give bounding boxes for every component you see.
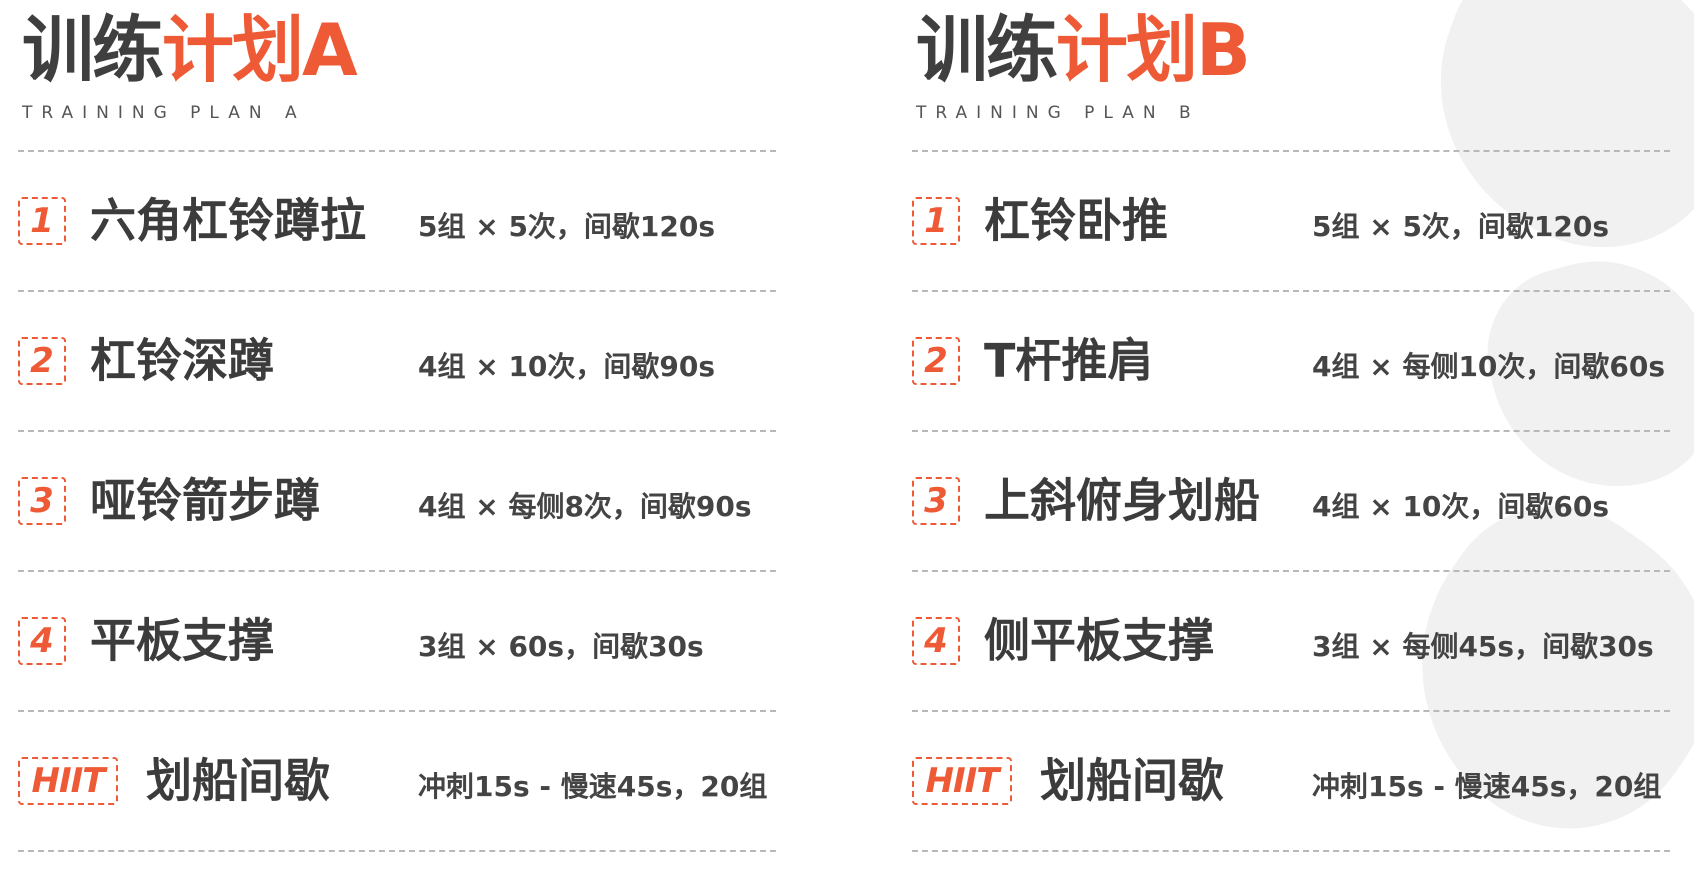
exercise-detail: 冲刺15s - 慢速45s，20组 xyxy=(1312,770,1662,803)
plan-title: 训练计划B xyxy=(916,14,1251,86)
exercise-detail: 4组 × 10次，间歇90s xyxy=(418,350,716,383)
exercise-number-badge: 1 xyxy=(912,197,960,245)
exercise-row: HIIT 划船间歇 冲刺15s - 慢速45s，20组 xyxy=(912,712,1672,850)
title-accent: 计划B xyxy=(1056,8,1251,92)
exercise-detail: 冲刺15s - 慢速45s，20组 xyxy=(418,770,768,803)
exercise-detail: 3组 × 每侧45s，间歇30s xyxy=(1312,630,1654,663)
exercise-row: 2 T杆推肩 4组 × 每侧10次，间歇60s xyxy=(912,292,1672,430)
exercise-detail: 5组 × 5次，间歇120s xyxy=(1312,210,1610,243)
exercise-row: 1 六角杠铃蹲拉 5组 × 5次，间歇120s xyxy=(18,152,778,290)
training-plan-b: 训练计划B TRAINING PLAN B 1 杠铃卧推 5组 × 5次，间歇1… xyxy=(912,0,1672,852)
exercise-row: 3 上斜俯身划船 4组 × 10次，间歇60s xyxy=(912,432,1672,570)
exercise-name: T杆推肩 xyxy=(984,333,1154,388)
exercise-number-badge: 2 xyxy=(912,337,960,385)
exercise-row: 3 哑铃箭步蹲 4组 × 每侧8次，间歇90s xyxy=(18,432,778,570)
exercise-number-badge: 3 xyxy=(912,477,960,525)
exercise-detail: 4组 × 每侧10次，间歇60s xyxy=(1312,350,1666,383)
exercise-name: 杠铃卧推 xyxy=(984,193,1168,248)
exercise-name: 哑铃箭步蹲 xyxy=(90,473,320,528)
title-main: 训练 xyxy=(22,8,164,92)
plan-title: 训练计划A xyxy=(22,14,358,86)
title-accent: 计划A xyxy=(162,8,358,92)
divider xyxy=(18,850,776,852)
divider xyxy=(912,850,1670,852)
exercise-name: 划船间歇 xyxy=(146,753,330,808)
exercise-name: 划船间歇 xyxy=(1040,753,1224,808)
exercise-detail: 4组 × 10次，间歇60s xyxy=(1312,490,1610,523)
exercise-number-badge: 4 xyxy=(912,617,960,665)
hiit-badge: HIIT xyxy=(18,757,118,805)
exercise-name: 平板支撑 xyxy=(90,613,274,668)
exercise-row: 2 杠铃深蹲 4组 × 10次，间歇90s xyxy=(18,292,778,430)
exercise-row: HIIT 划船间歇 冲刺15s - 慢速45s，20组 xyxy=(18,712,778,850)
exercise-number-badge: 2 xyxy=(18,337,66,385)
exercise-detail: 3组 × 60s，间歇30s xyxy=(418,630,704,663)
plan-header: 训练计划B TRAINING PLAN B xyxy=(912,0,1672,150)
exercise-row: 4 平板支撑 3组 × 60s，间歇30s xyxy=(18,572,778,710)
plan-header: 训练计划A TRAINING PLAN A xyxy=(18,0,778,150)
exercise-detail: 4组 × 每侧8次，间歇90s xyxy=(418,490,752,523)
plan-subtitle: TRAINING PLAN A xyxy=(22,103,306,123)
title-main: 训练 xyxy=(916,8,1058,92)
hiit-badge: HIIT xyxy=(912,757,1012,805)
exercise-row: 4 侧平板支撑 3组 × 每侧45s，间歇30s xyxy=(912,572,1672,710)
training-plan-a: 训练计划A TRAINING PLAN A 1 六角杠铃蹲拉 5组 × 5次，间… xyxy=(18,0,778,852)
exercise-name: 六角杠铃蹲拉 xyxy=(90,193,366,248)
exercise-number-badge: 1 xyxy=(18,197,66,245)
exercise-detail: 5组 × 5次，间歇120s xyxy=(418,210,716,243)
exercise-number-badge: 3 xyxy=(18,477,66,525)
plan-subtitle: TRAINING PLAN B xyxy=(916,103,1200,123)
exercise-name: 侧平板支撑 xyxy=(984,613,1214,668)
exercise-name: 上斜俯身划船 xyxy=(984,473,1260,528)
exercise-row: 1 杠铃卧推 5组 × 5次，间歇120s xyxy=(912,152,1672,290)
exercise-number-badge: 4 xyxy=(18,617,66,665)
exercise-name: 杠铃深蹲 xyxy=(90,333,274,388)
